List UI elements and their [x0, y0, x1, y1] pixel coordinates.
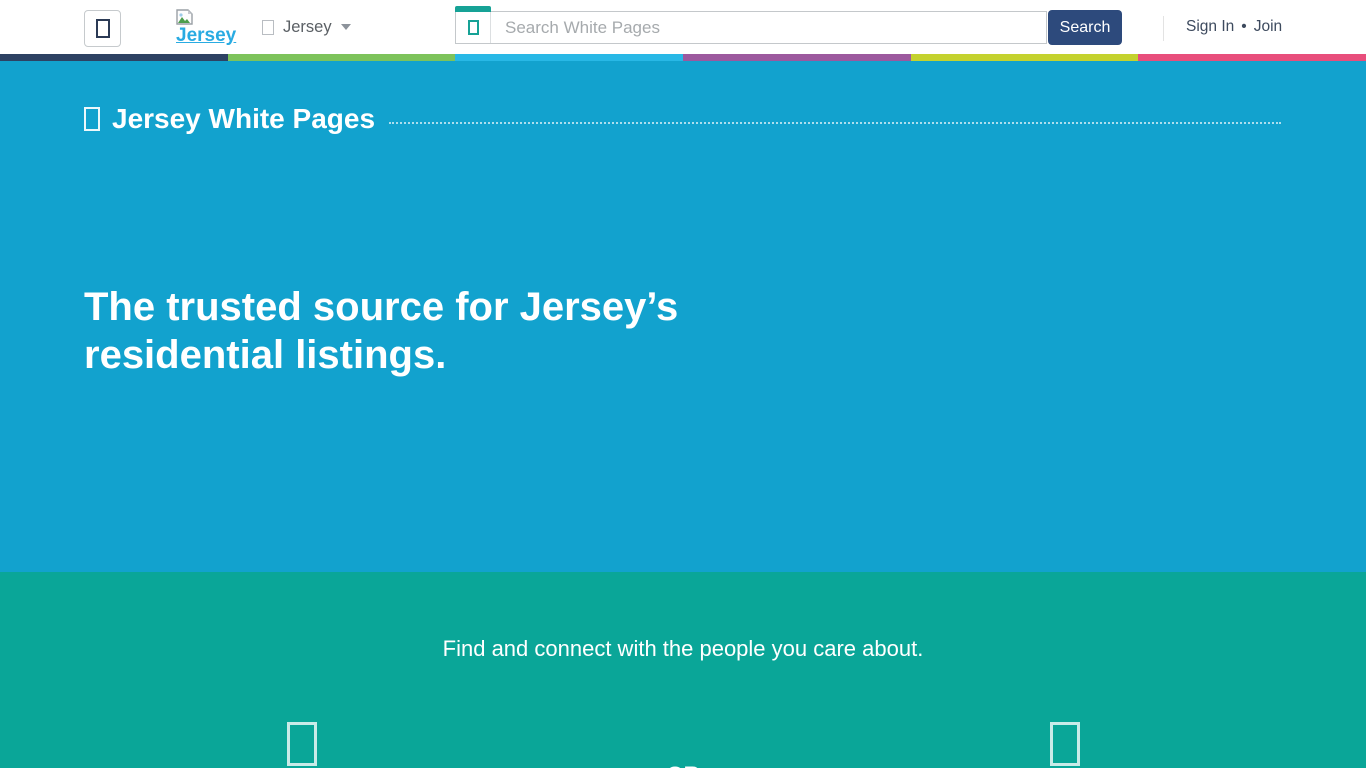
- hamburger-menu-icon: [96, 19, 110, 38]
- auth-separator: •: [1241, 18, 1246, 36]
- connect-section: Find and connect with the people you car…: [0, 572, 1366, 768]
- book-icon: [84, 107, 100, 131]
- people-icon: [1050, 722, 1080, 766]
- stripe-segment: [683, 54, 911, 61]
- search-button[interactable]: Search: [1048, 10, 1122, 45]
- region-selector[interactable]: Jersey: [262, 0, 351, 54]
- stripe-segment: [911, 54, 1139, 61]
- stripe-segment: [228, 54, 456, 61]
- hero-headline: The trusted source for Jersey’s resident…: [84, 283, 864, 379]
- page-title: Jersey White Pages: [112, 103, 375, 135]
- search-input[interactable]: [491, 12, 1046, 43]
- region-label: Jersey: [283, 18, 332, 37]
- header: Jersey Jersey Search Sign In • Join: [0, 0, 1366, 54]
- phonebook-icon: [287, 722, 317, 766]
- search-type-tab: [455, 6, 491, 12]
- menu-button[interactable]: [84, 10, 121, 47]
- or-label: OR: [0, 762, 1366, 768]
- join-link[interactable]: Join: [1254, 18, 1282, 36]
- search-type-selector[interactable]: [456, 12, 491, 43]
- stripe-segment: [0, 54, 228, 61]
- location-icon: [262, 20, 274, 35]
- logo-alt-text: Jersey: [176, 26, 236, 45]
- hero-section: Jersey White Pages The trusted source fo…: [0, 61, 1366, 572]
- header-divider: [1163, 16, 1164, 41]
- search-bar: [455, 11, 1047, 44]
- person-search-icon: [468, 20, 479, 35]
- auth-links: Sign In • Join: [1186, 0, 1282, 54]
- sign-in-link[interactable]: Sign In: [1186, 18, 1234, 36]
- connect-subtitle: Find and connect with the people you car…: [0, 636, 1366, 662]
- stripe-segment: [1138, 54, 1366, 61]
- accent-stripe: [0, 54, 1366, 61]
- logo-link[interactable]: Jersey: [176, 9, 236, 45]
- chevron-down-icon: [341, 24, 351, 30]
- stripe-segment: [455, 54, 683, 61]
- broken-image-icon: [176, 9, 193, 25]
- section-title-row: Jersey White Pages: [84, 103, 1281, 135]
- dotted-divider: [389, 122, 1281, 124]
